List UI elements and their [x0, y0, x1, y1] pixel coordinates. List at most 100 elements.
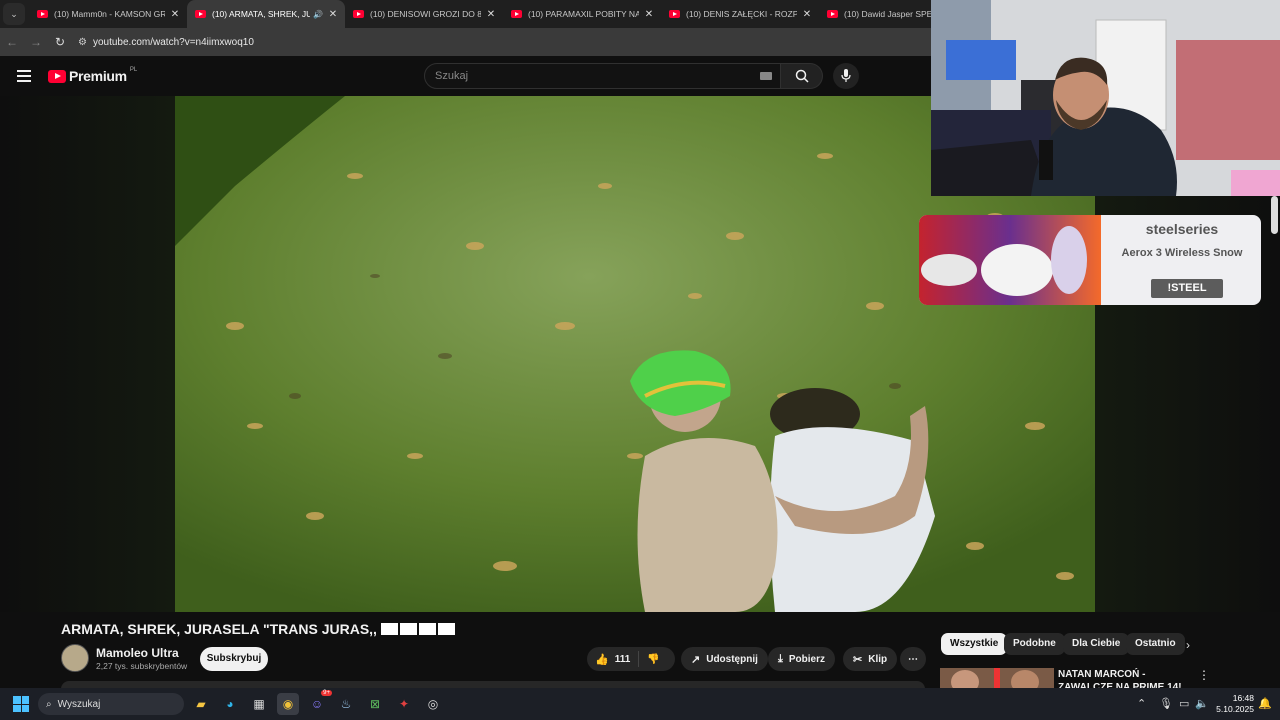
ad-product-name: Aerox 3 Wireless Snow — [1121, 247, 1243, 259]
player-left-margin — [0, 96, 175, 612]
edge-icon[interactable]: ◕ — [219, 693, 241, 715]
recommendation-title[interactable]: NATAN MARCOŃ - ZAWALCZĘ NA PRIME 14! CIE… — [1058, 668, 1188, 690]
title-emoji-icon — [380, 623, 455, 635]
file-explorer-icon[interactable]: ▰ — [190, 693, 212, 715]
download-icon: ⤓ — [778, 652, 783, 665]
taskbar-clock[interactable]: 16:48 5.10.2025 — [1214, 693, 1254, 715]
subscriber-count: 2,27 tys. subskrybentów — [96, 661, 188, 671]
voice-search-button[interactable] — [833, 63, 859, 89]
search-icon: ⌕ — [46, 698, 52, 710]
steam-icon[interactable]: ♨ — [335, 693, 357, 715]
chrome-icon[interactable]: ◉ — [277, 693, 299, 715]
tab-0[interactable]: (10) Mamm0n - KAMSON GRA ✕ — [29, 0, 187, 28]
chip-recent[interactable]: Ostatnio — [1126, 633, 1185, 655]
download-label: Pobierz — [788, 653, 825, 665]
clock-time: 16:48 — [1232, 693, 1254, 703]
search-icon — [795, 69, 809, 83]
site-info-icon[interactable]: ⚙ — [78, 37, 87, 48]
video-title: ARMATA, SHREK, JURASELA "TRANS JURAS,, — [61, 621, 455, 637]
tray-chevron-icon[interactable]: ⌃ — [1137, 697, 1146, 710]
tab-close-icon[interactable]: ✕ — [169, 9, 181, 20]
thumbs-up-icon: 👍 — [595, 653, 609, 666]
logo-text: Premium — [69, 68, 127, 84]
clip-label: Klip — [868, 653, 888, 665]
back-icon[interactable]: ← — [0, 35, 24, 49]
notifications-icon[interactable]: 🔔 — [1258, 697, 1272, 710]
tab-title: (10) DENISOWI GROZI DO 8 LA — [370, 9, 481, 19]
network-icon[interactable]: ▭ — [1179, 697, 1189, 710]
youtube-favicon-icon — [669, 10, 680, 18]
streamer-webcam-overlay — [931, 0, 1280, 196]
ad-command-badge: !STEEL — [1151, 279, 1223, 298]
taskbar-search-label: Wyszukaj — [57, 698, 101, 710]
keyboard-icon[interactable] — [760, 72, 772, 80]
xbox-icon[interactable]: ⊠ — [364, 693, 386, 715]
obs-icon[interactable]: ◎ — [422, 693, 444, 715]
youtube-favicon-icon — [195, 10, 206, 18]
download-button[interactable]: ⤓ Pobierz — [768, 647, 835, 671]
ad-brand: steelseries — [1145, 221, 1219, 237]
channel-name[interactable]: Mamoleo Ultra — [96, 646, 179, 660]
app-icon[interactable]: ✦ — [393, 693, 415, 715]
page-scrollbar[interactable] — [1271, 196, 1278, 234]
webcam-image — [931, 0, 1280, 196]
tab-close-icon[interactable]: ✕ — [327, 9, 339, 20]
chip-for-you[interactable]: Dla Ciebie — [1063, 633, 1130, 655]
share-button[interactable]: ↗ Udostępnij — [681, 647, 768, 671]
sponsor-ad-card: steelseries Aerox 3 Wireless Snow !STEEL — [919, 215, 1261, 305]
dislike-button[interactable]: 👎 — [639, 654, 667, 665]
search-button[interactable] — [781, 63, 823, 89]
speaker-icon[interactable]: 🔊 — [313, 10, 323, 19]
volume-icon[interactable]: 🔈 — [1195, 697, 1209, 710]
chip-all[interactable]: Wszystkie — [941, 633, 1008, 655]
tab-2[interactable]: (10) DENISOWI GROZI DO 8 LA ✕ — [345, 0, 503, 28]
youtube-favicon-icon — [37, 10, 48, 18]
tab-close-icon[interactable]: ✕ — [643, 9, 655, 20]
tab-title: (10) ARMATA, SHREK, JURA — [212, 9, 311, 19]
youtube-favicon-icon — [353, 10, 364, 18]
menu-icon[interactable] — [17, 70, 31, 85]
search-placeholder: Szukaj — [435, 70, 469, 82]
tab-3[interactable]: (10) PARAMAXIL POBITY NA ST ✕ — [503, 0, 661, 28]
youtube-favicon-icon — [511, 10, 522, 18]
video-title-text: ARMATA, SHREK, JURASELA "TRANS JURAS,, — [61, 621, 377, 637]
url-field[interactable]: ⚙ youtube.com/watch?v=n4iimxwoq10 — [78, 37, 254, 48]
like-button[interactable]: 👍 111 — [587, 651, 640, 667]
microphone-tray-icon[interactable]: 🎙 — [1159, 697, 1173, 710]
chevron-right-icon[interactable]: › — [1186, 638, 1190, 652]
more-vertical-icon[interactable]: ⋮ — [1198, 668, 1210, 682]
more-actions-button[interactable]: ⋯ — [900, 647, 926, 671]
reload-icon[interactable]: ↻ — [48, 35, 72, 49]
scissors-icon: ✂ — [853, 653, 863, 666]
mouse-product-image — [919, 215, 1101, 305]
recommendation-thumbnail[interactable] — [940, 668, 1054, 690]
url-text: youtube.com/watch?v=n4iimxwoq10 — [92, 36, 254, 48]
share-icon: ↗ — [691, 653, 701, 666]
forward-icon[interactable]: → — [24, 35, 48, 49]
discord-badge: 9+ — [321, 690, 332, 696]
discord-icon[interactable]: ☺ 9+ — [306, 690, 332, 715]
region-code: PL — [129, 67, 138, 73]
clock-date: 5.10.2025 — [1216, 704, 1254, 714]
microphone-icon — [841, 69, 851, 82]
tab-1-active[interactable]: (10) ARMATA, SHREK, JURA 🔊 ✕ — [187, 0, 345, 28]
thumbs-down-icon: 👎 — [647, 653, 660, 665]
search-input[interactable]: Szukaj — [424, 63, 781, 89]
tab-close-icon[interactable]: ✕ — [801, 9, 813, 20]
tab-close-icon[interactable]: ✕ — [485, 9, 497, 20]
tab-title: (10) DENIS ZAŁĘCKI - ROZPRAW — [686, 9, 797, 19]
store-icon[interactable]: ▦ — [248, 693, 270, 715]
channel-avatar[interactable] — [61, 644, 89, 672]
more-horizontal-icon: ⋯ — [908, 653, 918, 665]
windows-taskbar: ⌕ Wyszukaj ▰ ◕ ▦ ◉ ☺ 9+ ♨ ⊠ ✦ ◎ ⌃ 🎙 ▭ 🔈 … — [0, 688, 1280, 720]
subscribe-button[interactable]: Subskrybuj — [200, 647, 268, 671]
tab-4[interactable]: (10) DENIS ZAŁĘCKI - ROZPRAW ✕ — [661, 0, 819, 28]
clip-button[interactable]: ✂ Klip — [843, 647, 898, 671]
like-count: 111 — [614, 653, 631, 665]
tab-title: (10) PARAMAXIL POBITY NA ST — [528, 9, 639, 19]
youtube-logo[interactable]: Premium PL — [48, 67, 138, 84]
chip-related[interactable]: Podobne — [1004, 633, 1065, 655]
taskbar-search[interactable]: ⌕ Wyszukaj — [38, 693, 184, 715]
windows-start-icon[interactable] — [13, 696, 29, 712]
tab-search-icon[interactable]: ⌄ — [3, 3, 25, 25]
